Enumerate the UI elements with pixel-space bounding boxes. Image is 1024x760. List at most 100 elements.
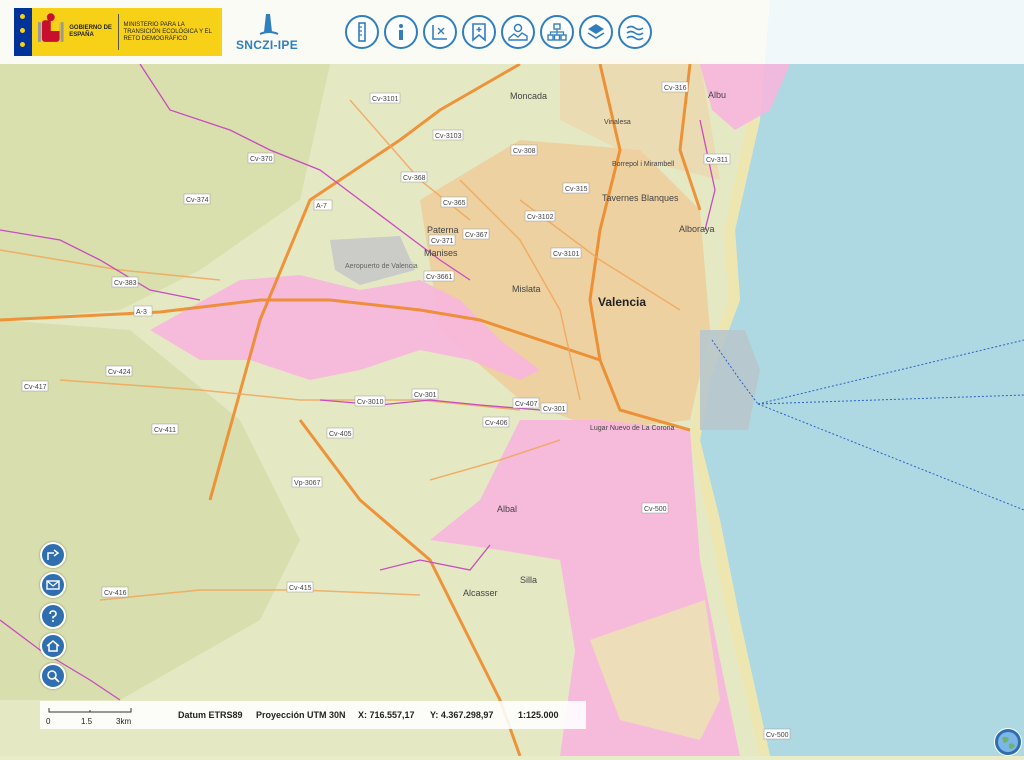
coat-of-arms-icon: [37, 13, 64, 42]
place-alcasser: Alcasser: [463, 588, 498, 598]
map-pin-icon: [508, 23, 528, 41]
bookmark-icon: [472, 23, 486, 42]
svg-text:Cv-315: Cv-315: [565, 186, 588, 193]
road-label: Cv-405: [326, 427, 354, 439]
road-label: Cv-411: [151, 423, 179, 435]
header-bar: GOBIERNO DE ESPAÑA MINISTERIO PARA LA TR…: [0, 0, 1024, 64]
map-canvas[interactable]: Valencia Moncada Vinalesa Borrepol i Mir…: [0, 0, 1024, 756]
place-alboraya: Alboraya: [679, 224, 715, 234]
svg-text:Cv-367: Cv-367: [465, 232, 488, 239]
question-icon: [49, 610, 57, 622]
legend-tool[interactable]: [345, 15, 379, 49]
bookmark-tool[interactable]: [462, 15, 496, 49]
road-label: Cv-308: [510, 144, 538, 156]
scale-bar: [48, 708, 132, 713]
road-label: Cv-406: [482, 416, 510, 428]
road-label: Cv-415: [286, 581, 314, 593]
app-name: SNCZI-IPE: [236, 38, 299, 52]
place-aeropuerto: Aeropuerto de Valencia: [345, 263, 418, 270]
svg-text:Cv-308: Cv-308: [513, 148, 536, 155]
svg-text:Cv-3010: Cv-3010: [357, 399, 384, 406]
app-logo[interactable]: SNCZI-IPE: [236, 12, 304, 56]
road-label: Cv-3101: [369, 92, 401, 104]
svg-text:Cv-3102: Cv-3102: [527, 214, 554, 221]
place-silla: Silla: [520, 575, 537, 585]
zoom-icon: [47, 670, 60, 683]
place-moncada: Moncada: [510, 91, 547, 101]
envelope-icon: [46, 580, 60, 590]
ruler-icon: [358, 22, 366, 42]
info-icon: [399, 24, 403, 40]
road-label: Cv-301: [540, 402, 568, 414]
flood-tool[interactable]: [618, 15, 652, 49]
road-label: Cv-316: [661, 81, 689, 93]
svg-text:Cv-406: Cv-406: [485, 420, 508, 427]
scale-label-0: 0: [46, 717, 51, 726]
svg-text:Cv-424: Cv-424: [108, 369, 131, 376]
svg-text:Cv-500: Cv-500: [766, 732, 789, 739]
road-label: Cv-416: [101, 586, 129, 598]
svg-text:Cv-3103: Cv-3103: [435, 133, 462, 140]
coordinates-icon: [432, 25, 447, 40]
road-label: Cv-3101: [550, 247, 582, 259]
svg-text:Cv-500: Cv-500: [644, 506, 667, 513]
svg-text:Cv-417: Cv-417: [24, 384, 47, 391]
place-valencia: Valencia: [598, 295, 646, 309]
divider: [117, 14, 119, 50]
svg-text:Cv-3101: Cv-3101: [553, 251, 580, 258]
email-button[interactable]: [40, 572, 66, 598]
road-label: Cv-500: [641, 502, 669, 514]
svg-text:Cv-405: Cv-405: [329, 431, 352, 438]
y-coordinate: Y: 4.367.298,97: [430, 710, 494, 720]
svg-text:Cv-3101: Cv-3101: [372, 96, 399, 103]
lighthouse-icon: [259, 14, 279, 35]
road-label: A-7: [313, 199, 333, 211]
svg-text:A-3: A-3: [136, 309, 147, 316]
place-mislata: Mislata: [512, 284, 541, 294]
layers-icon: [587, 24, 605, 39]
road-label: Cv-370: [247, 152, 275, 164]
overview-globe-button[interactable]: [994, 728, 1022, 756]
hierarchy-icon: [547, 23, 567, 41]
x-coordinate: X: 716.557,17: [358, 710, 415, 720]
road-label: Cv-3010: [354, 395, 386, 407]
place-albuixech: Albu: [708, 90, 726, 100]
status-bar: 0 1.5 3km Datum ETRS89 Proyección UTM 30…: [40, 701, 586, 729]
help-button[interactable]: [40, 603, 66, 629]
road-label: Cv-374: [183, 193, 211, 205]
road-label: Cv-367: [462, 228, 490, 240]
map-tool[interactable]: [501, 15, 535, 49]
government-logo[interactable]: GOBIERNO DE ESPAÑA MINISTERIO PARA LA TR…: [14, 8, 222, 56]
svg-text:Cv-301: Cv-301: [414, 392, 437, 399]
info-tool[interactable]: [384, 15, 418, 49]
share-icon: [47, 549, 60, 560]
svg-text:Cv-3661: Cv-3661: [426, 274, 453, 281]
home-button[interactable]: [40, 633, 66, 659]
road-label: Cv-3102: [524, 210, 556, 222]
svg-text:Cv-383: Cv-383: [114, 280, 137, 287]
tree-tool[interactable]: [540, 15, 574, 49]
home-icon: [46, 640, 60, 652]
zoom-button[interactable]: [40, 663, 66, 689]
share-button[interactable]: [40, 542, 66, 568]
place-vinalesa: Vinalesa: [604, 119, 631, 126]
svg-text:Cv-301: Cv-301: [543, 406, 566, 413]
svg-text:Cv-407: Cv-407: [515, 401, 538, 408]
road-label: Cv-301: [411, 388, 439, 400]
road-label: Cv-311: [703, 153, 731, 165]
coordinates-tool[interactable]: [423, 15, 457, 49]
svg-text:Cv-368: Cv-368: [403, 175, 426, 182]
svg-text:Cv-365: Cv-365: [443, 200, 466, 207]
svg-text:Cv-311: Cv-311: [706, 157, 728, 164]
road-label: Cv-315: [562, 182, 590, 194]
road-label: A-3: [133, 305, 153, 317]
globe-icon: [998, 732, 1018, 752]
road-label: Cv-3661: [423, 270, 455, 282]
government-label: GOBIERNO DE ESPAÑA: [69, 25, 112, 38]
svg-text:Cv-416: Cv-416: [104, 590, 127, 597]
svg-text:Vp-3067: Vp-3067: [294, 480, 321, 487]
scale-ratio: 1:125.000: [518, 710, 559, 720]
waves-icon: [626, 25, 644, 41]
place-lugar-nuevo: Lugar Nuevo de La Corona: [590, 425, 675, 432]
layers-tool[interactable]: [579, 15, 613, 49]
